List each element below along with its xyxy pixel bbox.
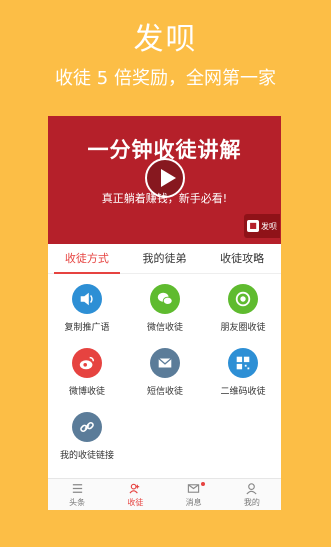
option-label: 朋友圈收徒 xyxy=(220,323,266,333)
option-label: 微博收徒 xyxy=(68,387,105,397)
nav-profile[interactable]: 我的 xyxy=(223,479,281,510)
promo-subtitle: 收徒 5 倍奖励，全网第一家 xyxy=(55,68,276,89)
nav-label: 头条 xyxy=(69,498,86,507)
tab-my-disciples[interactable]: 我的徒弟 xyxy=(126,246,204,273)
nav-headlines[interactable]: 头条 xyxy=(48,479,106,510)
nav-label: 我的 xyxy=(243,498,260,507)
nav-label: 消息 xyxy=(185,498,202,507)
option-label: 我的收徒链接 xyxy=(59,451,114,461)
tab-guide[interactable]: 收徒攻略 xyxy=(203,246,281,273)
option-label: 二维码收徒 xyxy=(220,387,266,397)
brand-badge: ■ 发呗 xyxy=(244,214,280,238)
message-icon xyxy=(150,348,180,378)
bottom-nav: 头条 收徒 消息 我的 xyxy=(48,478,281,510)
promo-title: 发呗 xyxy=(133,22,198,57)
brand-badge-label: 发呗 xyxy=(261,221,277,231)
qrcode-option[interactable]: 二维码收徒 xyxy=(204,348,281,397)
moments-option[interactable]: 朋友圈收徒 xyxy=(204,284,281,333)
copy-promo-option[interactable]: 复制推广语 xyxy=(48,284,126,333)
nav-label: 收徒 xyxy=(127,498,144,507)
sms-option[interactable]: 短信收徒 xyxy=(126,348,204,397)
my-link-option[interactable]: 我的收徒链接 xyxy=(48,412,126,461)
banner-tagline: 真正躺着赚钱，新手必看! xyxy=(101,192,228,205)
nav-messages[interactable]: 消息 xyxy=(165,479,223,510)
user-icon xyxy=(223,482,281,496)
weibo-icon xyxy=(72,348,102,378)
qrcode-icon xyxy=(228,348,258,378)
list-icon xyxy=(48,482,106,496)
video-banner[interactable]: 一分钟收徒讲解 真正躺着赚钱，新手必看! ■ 发呗 xyxy=(48,116,281,244)
weibo-option[interactable]: 微博收徒 xyxy=(48,348,126,397)
speaker-icon xyxy=(72,284,102,314)
tab-methods[interactable]: 收徒方式 xyxy=(48,246,126,274)
tab-bar: 收徒方式 我的徒弟 收徒攻略 xyxy=(48,246,281,274)
phone-screen: 一分钟收徒讲解 真正躺着赚钱，新手必看! ■ 发呗 收徒方式 我的徒弟 收徒攻略… xyxy=(48,116,281,510)
wechat-icon xyxy=(150,284,180,314)
unread-dot xyxy=(200,482,205,486)
brand-logo-icon: ■ xyxy=(247,220,259,232)
moments-icon xyxy=(228,284,258,314)
mail-icon xyxy=(165,482,223,496)
wechat-option[interactable]: 微信收徒 xyxy=(126,284,204,333)
option-label: 复制推广语 xyxy=(64,323,110,333)
link-icon xyxy=(72,412,102,442)
option-label: 微信收徒 xyxy=(146,323,183,333)
nav-disciples[interactable]: 收徒 xyxy=(106,479,164,510)
disciple-icon xyxy=(106,482,164,496)
option-label: 短信收徒 xyxy=(146,387,183,397)
